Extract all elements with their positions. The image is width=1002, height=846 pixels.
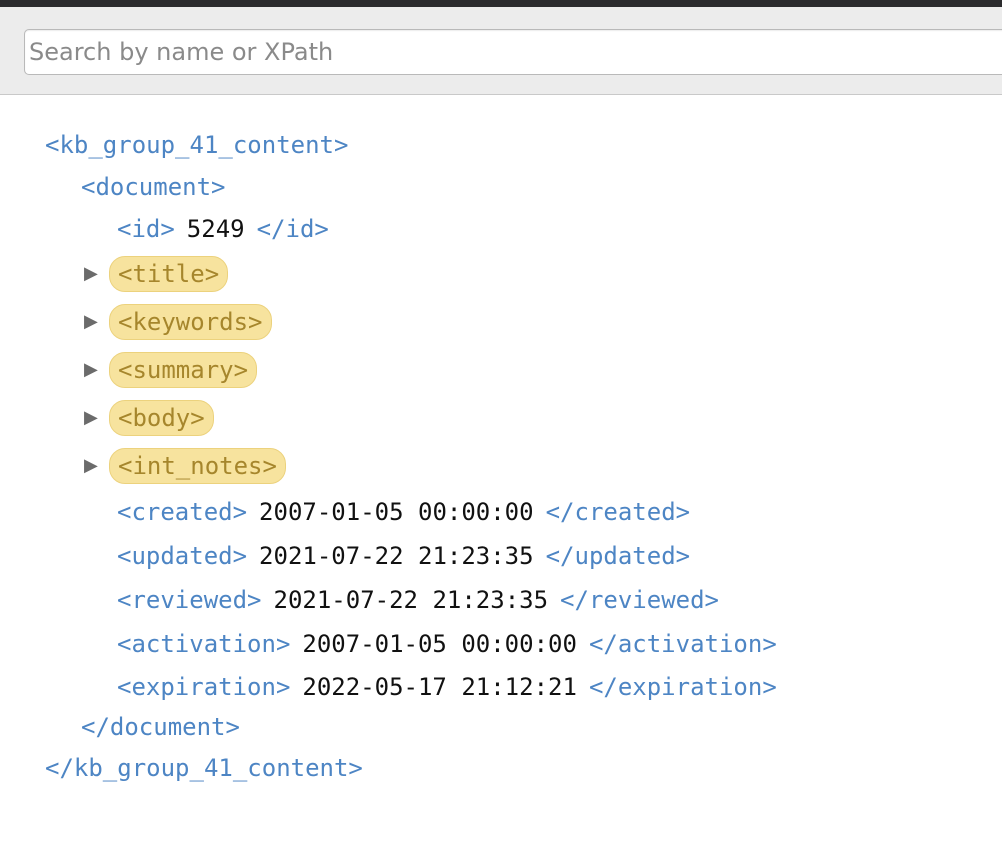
created-close-tag: </created>: [545, 498, 691, 526]
expiration-close-tag: </expiration>: [588, 673, 777, 701]
title-node[interactable]: ▶ <title>: [84, 256, 229, 292]
updated-close-tag: </updated>: [545, 542, 691, 570]
id-value: 5249: [186, 215, 245, 243]
disclosure-triangle-right-icon[interactable]: ▶: [84, 258, 109, 290]
created-value: 2007-01-05 00:00:00: [259, 498, 534, 526]
summary-node[interactable]: ▶ <summary>: [84, 352, 258, 388]
expiration-open-tag: <expiration>: [117, 673, 291, 701]
root-open-tag[interactable]: <kb_group_41_content>: [45, 127, 348, 163]
document-close-tag[interactable]: </document>: [81, 709, 240, 745]
window-top-edge: [0, 0, 1002, 7]
updated-value: 2021-07-22 21:23:35: [259, 542, 534, 570]
document-open-tag[interactable]: <document>: [81, 169, 226, 205]
updated-open-tag: <updated>: [117, 542, 248, 570]
disclosure-triangle-right-icon[interactable]: ▶: [84, 402, 109, 434]
xml-tree-view: <kb_group_41_content> <document> <id> 52…: [0, 95, 1002, 846]
reviewed-open-tag: <reviewed>: [117, 586, 262, 614]
reviewed-close-tag: </reviewed>: [560, 586, 719, 614]
created-open-tag: <created>: [117, 498, 248, 526]
int-notes-node[interactable]: ▶ <int_notes>: [84, 448, 286, 484]
document-open-tag-text: <document>: [81, 173, 226, 201]
reviewed-value: 2021-07-22 21:23:35: [273, 586, 549, 614]
expiration-value: 2022-05-17 21:12:21: [302, 673, 577, 701]
document-close-tag-text: </document>: [81, 713, 240, 741]
root-close-tag[interactable]: </kb_group_41_content>: [45, 750, 363, 786]
id-node[interactable]: <id> 5249 </id>: [117, 211, 329, 247]
int-notes-collapsed-tag[interactable]: <int_notes>: [109, 448, 286, 484]
keywords-collapsed-tag[interactable]: <keywords>: [109, 304, 272, 340]
reviewed-node[interactable]: <reviewed> 2021-07-22 21:23:35 </reviewe…: [117, 582, 719, 618]
id-open-tag: <id>: [117, 215, 175, 243]
root-close-tag-text: </kb_group_41_content>: [45, 754, 363, 782]
activation-node[interactable]: <activation> 2007-01-05 00:00:00 </activ…: [117, 626, 777, 662]
activation-value: 2007-01-05 00:00:00: [302, 630, 577, 658]
body-node[interactable]: ▶ <body>: [84, 400, 214, 436]
activation-close-tag: </activation>: [588, 630, 777, 658]
disclosure-triangle-right-icon[interactable]: ▶: [84, 354, 109, 386]
updated-node[interactable]: <updated> 2021-07-22 21:23:35 </updated>: [117, 538, 690, 574]
created-node[interactable]: <created> 2007-01-05 00:00:00 </created>: [117, 494, 690, 530]
search-toolbar: [0, 7, 1002, 95]
expiration-node[interactable]: <expiration> 2022-05-17 21:12:21 </expir…: [117, 669, 777, 705]
disclosure-triangle-right-icon[interactable]: ▶: [84, 450, 109, 482]
id-close-tag: </id>: [256, 215, 329, 243]
keywords-node[interactable]: ▶ <keywords>: [84, 304, 272, 340]
search-input[interactable]: [24, 29, 1002, 75]
summary-collapsed-tag[interactable]: <summary>: [109, 352, 258, 388]
root-open-tag-text: <kb_group_41_content>: [45, 131, 349, 159]
body-collapsed-tag[interactable]: <body>: [109, 400, 214, 436]
disclosure-triangle-right-icon[interactable]: ▶: [84, 306, 109, 338]
title-collapsed-tag[interactable]: <title>: [109, 256, 229, 292]
activation-open-tag: <activation>: [117, 630, 291, 658]
